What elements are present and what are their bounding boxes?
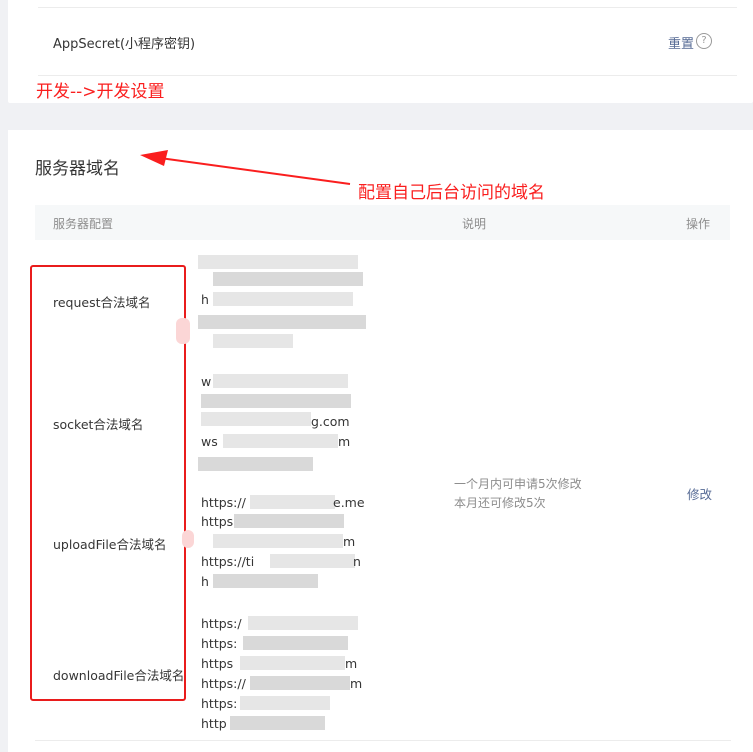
url-text: h [201, 292, 209, 307]
pixelated-url [213, 374, 348, 388]
column-header-ops: 操作 [686, 217, 711, 231]
url-text: https [201, 514, 234, 529]
annotation-dev-path: 开发-->开发设置 [36, 82, 165, 102]
pixelated-url [201, 394, 351, 408]
divider [38, 75, 737, 76]
pixelated-url [223, 434, 338, 448]
pixelated-url [198, 255, 358, 269]
pixelated-mark [176, 318, 190, 344]
pixelated-mark [182, 530, 194, 548]
pixelated-url [234, 514, 344, 528]
divider [38, 7, 737, 8]
pixelated-url [213, 292, 353, 306]
pixelated-url [198, 457, 313, 471]
url-text: https:// [201, 495, 246, 510]
url-text: ws [201, 434, 218, 449]
pixelated-url [213, 534, 343, 548]
url-text: https:/ [201, 616, 242, 631]
server-domain-card: 服务器域名 配置自己后台访问的域名 服务器配置 说明 操作 request合法域… [8, 130, 753, 752]
url-text: g.com [311, 414, 350, 429]
pixelated-url [240, 696, 330, 710]
url-text: https [201, 656, 234, 671]
url-text: m [345, 656, 358, 671]
pixelated-url [270, 554, 355, 568]
annotation-highlight-box [30, 265, 186, 701]
column-header-config: 服务器配置 [53, 217, 114, 231]
pixelated-url [250, 676, 350, 690]
pixelated-url [201, 412, 311, 426]
annotation-arrow-icon [140, 150, 351, 185]
url-text: https://ti [201, 554, 255, 569]
pixelated-url [230, 716, 325, 730]
column-header-desc: 说明 [462, 217, 487, 231]
divider [35, 740, 731, 741]
pixelated-url [248, 616, 358, 630]
url-text: http [201, 716, 227, 731]
section-title: 服务器域名 [35, 159, 120, 179]
desc-line: 本月还可修改5次 [454, 496, 546, 510]
pixelated-url [213, 334, 293, 348]
pixelated-url [243, 636, 348, 650]
url-text: m [338, 434, 351, 449]
url-text: m [350, 676, 363, 691]
pixelated-url [198, 315, 366, 329]
url-text: w [201, 374, 212, 389]
table-header: 服务器配置 说明 操作 [35, 205, 730, 240]
pixelated-url [240, 656, 345, 670]
desc-line: 一个月内可申请5次修改 [454, 477, 582, 491]
url-text: e.me [333, 495, 365, 510]
app-secret-label: AppSecret(小程序密钥) [53, 37, 196, 52]
modify-button[interactable]: 修改 [687, 484, 712, 503]
url-text: h [201, 574, 209, 589]
page: AppSecret(小程序密钥) 重置 ? 开发-->开发设置 服务器域名 配置… [0, 0, 753, 752]
question-circle-icon[interactable]: ? [696, 33, 712, 49]
url-text: m [343, 534, 356, 549]
annotation-config-hint: 配置自己后台访问的域名 [358, 183, 545, 203]
url-text: n [353, 554, 361, 569]
pixelated-url [213, 574, 318, 588]
url-text: https: [201, 696, 238, 711]
url-text: https:// [201, 676, 246, 691]
url-text: https: [201, 636, 238, 651]
reset-button[interactable]: 重置 [668, 33, 694, 52]
pixelated-url [213, 272, 363, 286]
pixelated-url [250, 495, 335, 509]
